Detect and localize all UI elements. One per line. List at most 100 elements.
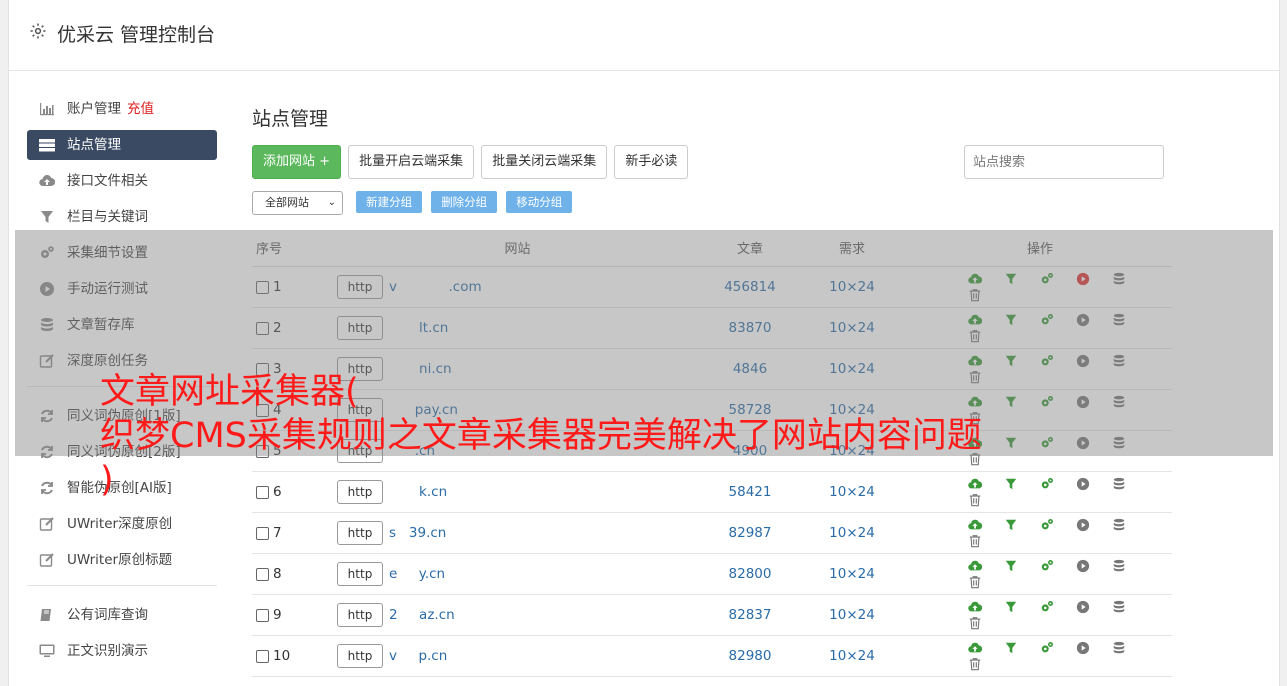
row-ops	[908, 594, 1172, 636]
row-articles[interactable]: 82800	[704, 553, 796, 595]
batch-open-cloud-button[interactable]: 批量开启云端采集	[348, 145, 475, 179]
cloud-upload-icon[interactable]	[968, 518, 982, 532]
add-site-button[interactable]: 添加网站 +	[252, 145, 342, 179]
row-ops	[908, 512, 1172, 554]
trash-icon[interactable]	[968, 534, 982, 548]
row-site-cell: http v p.cn	[332, 635, 704, 677]
database-icon[interactable]	[1112, 559, 1126, 573]
row-articles[interactable]: 82987	[704, 512, 796, 554]
cloud-upload-icon[interactable]	[968, 559, 982, 573]
protocol-button[interactable]: http	[337, 521, 383, 545]
table-row: 7 http s 39.cn 82987 10×24	[252, 512, 1172, 554]
row-articles[interactable]: 82980	[704, 635, 796, 677]
new-group-button[interactable]: 新建分组	[356, 191, 423, 213]
sidebar-item-label: 正文识别演示	[67, 643, 148, 659]
row-articles[interactable]: 82837	[704, 594, 796, 636]
play-circle-icon[interactable]	[1076, 641, 1090, 655]
top-bar: 优采云 管理控制台	[9, 0, 1279, 71]
database-icon[interactable]	[1112, 600, 1126, 614]
batch-close-cloud-button[interactable]: 批量关闭云端采集	[481, 145, 608, 179]
table-row: 9 http 2 az.cn 82837 10×24	[252, 594, 1172, 636]
book-icon	[40, 609, 51, 621]
sidebar-item-sites[interactable]: 站点管理	[27, 130, 217, 160]
trash-icon[interactable]	[968, 616, 982, 630]
row-site-cell: http e y.cn	[332, 553, 704, 595]
row-checkbox[interactable]	[256, 526, 269, 540]
site-domain-link[interactable]: s 39.cn	[389, 525, 446, 541]
site-domain-link[interactable]: 2 az.cn	[389, 607, 455, 623]
row-checkbox[interactable]	[256, 608, 269, 622]
sidebar-item-uwriter-title[interactable]: UWriter原创标题	[27, 545, 217, 575]
chevron-down-icon: ⌄	[327, 197, 336, 208]
table-row: 8 http e y.cn 82800 10×24	[252, 553, 1172, 595]
play-circle-icon[interactable]	[1076, 518, 1090, 532]
sidebar-item-label: 账户管理	[67, 101, 121, 117]
site-domain-link[interactable]: e y.cn	[389, 566, 445, 582]
database-icon[interactable]	[1112, 641, 1126, 655]
sidebar-item-label: UWriter原创标题	[67, 552, 173, 568]
site-domain-link[interactable]: v p.cn	[389, 648, 447, 664]
row-number: 9	[273, 607, 282, 623]
gears-icon[interactable]	[1040, 600, 1054, 614]
filter-icon[interactable]	[1004, 641, 1018, 655]
sidebar-divider	[27, 585, 217, 586]
sidebar-item-label: UWriter深度原创	[67, 516, 173, 532]
play-circle-icon[interactable]	[1076, 559, 1090, 573]
row-site-cell: http 2 az.cn	[332, 594, 704, 636]
gears-icon[interactable]	[1040, 518, 1054, 532]
group-toolbar: 全部网站 ⌄ 新建分组 删除分组 移动分组	[252, 191, 1172, 217]
row-demand[interactable]: 10×24	[796, 594, 908, 636]
edit-icon	[39, 517, 54, 531]
delete-group-button[interactable]: 删除分组	[431, 191, 498, 213]
group-select-value: 全部网站	[265, 196, 309, 209]
beginner-guide-button[interactable]: 新手必读	[614, 145, 689, 179]
filter-icon[interactable]	[1004, 559, 1018, 573]
play-circle-icon[interactable]	[1076, 600, 1090, 614]
console-title: 优采云 管理控制台	[57, 24, 216, 46]
row-no-cell: 8	[252, 553, 332, 595]
sidebar-item-account[interactable]: 账户管理 充值	[27, 94, 217, 124]
row-demand[interactable]: 10×24	[796, 553, 908, 595]
row-checkbox[interactable]	[256, 649, 269, 663]
gears-icon[interactable]	[1040, 641, 1054, 655]
row-no-cell: 10	[252, 635, 332, 677]
row-ops	[908, 553, 1172, 595]
filter-icon[interactable]	[1004, 518, 1018, 532]
row-demand[interactable]: 10×24	[796, 635, 908, 677]
sidebar-item-interface-files[interactable]: 接口文件相关	[27, 166, 217, 196]
protocol-button[interactable]: http	[337, 603, 383, 627]
row-number: 10	[273, 648, 291, 664]
cloud-upload-icon[interactable]	[968, 641, 982, 655]
edit-icon	[39, 553, 54, 567]
recharge-link[interactable]: 充值	[127, 101, 154, 117]
bar-chart-icon	[40, 103, 54, 116]
site-search-input[interactable]	[964, 145, 1164, 179]
row-site-cell: http s 39.cn	[332, 512, 704, 554]
sidebar-item-columns-keywords[interactable]: 栏目与关键词	[27, 202, 217, 232]
filter-icon[interactable]	[1004, 600, 1018, 614]
sidebar-item-label: 接口文件相关	[67, 173, 148, 189]
cloud-upload-icon[interactable]	[968, 600, 982, 614]
sidebar-item-label: 站点管理	[67, 137, 121, 153]
gears-icon[interactable]	[1040, 559, 1054, 573]
row-checkbox[interactable]	[256, 567, 269, 581]
sidebar-item-label: 公有词库查询	[67, 607, 148, 623]
sidebar-item-label: 栏目与关键词	[67, 209, 148, 225]
trash-icon[interactable]	[968, 657, 982, 671]
protocol-button[interactable]: http	[337, 562, 383, 586]
sidebar-item-text-recognition[interactable]: 正文识别演示	[27, 636, 217, 666]
group-select[interactable]: 全部网站 ⌄	[252, 191, 343, 215]
row-number: 7	[273, 525, 282, 541]
server-icon	[39, 139, 55, 152]
protocol-button[interactable]: http	[337, 644, 383, 668]
move-group-button[interactable]: 移动分组	[506, 191, 573, 213]
trash-icon[interactable]	[968, 575, 982, 589]
database-icon[interactable]	[1112, 518, 1126, 532]
row-number: 8	[273, 566, 282, 582]
sidebar-item-public-lexicon[interactable]: 公有词库查询	[27, 600, 217, 630]
row-demand[interactable]: 10×24	[796, 512, 908, 554]
sidebar-item-uwriter-deep[interactable]: UWriter深度原创	[27, 509, 217, 539]
toolbar: 添加网站 + 批量开启云端采集 批量关闭云端采集 新手必读	[252, 145, 1172, 179]
row-no-cell: 7	[252, 512, 332, 554]
gear-icon	[30, 23, 46, 39]
